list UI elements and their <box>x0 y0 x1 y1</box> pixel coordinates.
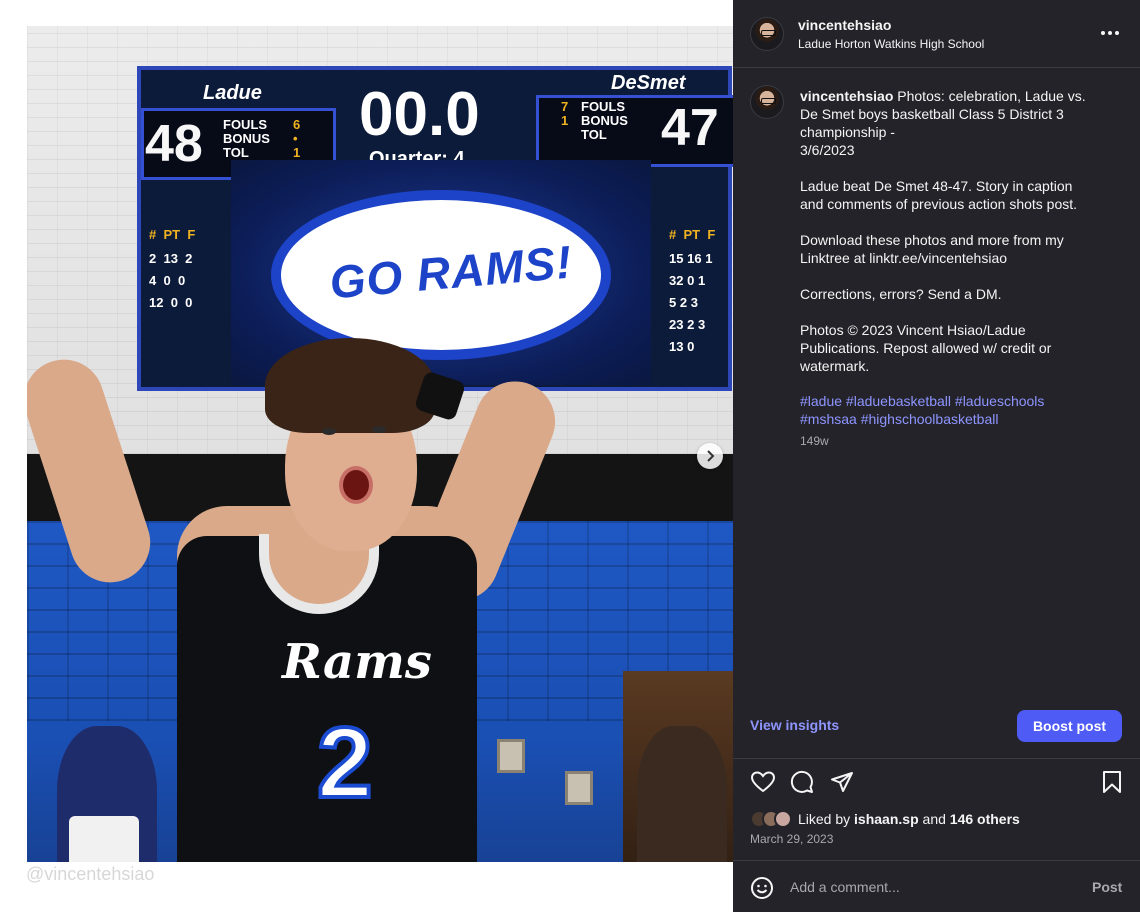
comment-button[interactable] <box>789 769 815 795</box>
scoreboard-away-labels: FOULS BONUS TOL <box>581 99 628 142</box>
share-button[interactable] <box>829 769 855 795</box>
photo-watermark: @vincentehsiao <box>26 864 155 884</box>
heart-icon <box>751 771 775 793</box>
scoreboard-away-roster: 15 16 1 32 0 1 5 2 3 23 2 3 13 0 <box>669 251 713 354</box>
post-date: March 29, 2023 <box>750 832 834 846</box>
bookmark-icon <box>1103 771 1121 793</box>
liker-username[interactable]: ishaan.sp <box>854 811 919 827</box>
hashtags-line[interactable]: #ladue #laduebasketball #ladueschools <box>800 392 1100 410</box>
more-horizontal-icon <box>1101 31 1105 35</box>
scoreboard-home-score: 48 <box>145 115 203 173</box>
likes-text: Liked by ishaan.sp and 146 others <box>798 811 1020 827</box>
author-avatar[interactable] <box>750 17 784 51</box>
paper-plane-icon <box>831 772 853 792</box>
comment-input[interactable] <box>790 875 1070 899</box>
post-caption: vincentehsiao Photos: celebration, Ladue… <box>800 88 1086 374</box>
scoreboard-home-roster-header: # PT F <box>149 227 196 242</box>
player-eye <box>322 428 336 435</box>
author-username[interactable]: vincentehsiao <box>798 17 891 33</box>
scoreboard-away-team: DeSmet <box>611 72 686 94</box>
scoreboard: Ladue 48 FOULS BONUS TOL 6 • 1 00.0 Quar… <box>137 66 733 391</box>
scoreboard-clock: 00.0 <box>359 80 480 149</box>
post-header: vincentehsiao Ladue Horton Watkins High … <box>733 0 1140 68</box>
post-action-bar <box>733 758 1140 806</box>
scoreboard-away-roster-header: # PT F <box>669 227 716 242</box>
photo-watermark-strip: @vincentehsiao <box>0 862 733 912</box>
boost-post-button[interactable]: Boost post <box>1017 710 1122 742</box>
likes-summary[interactable]: Liked by ishaan.sp and 146 others <box>750 808 1020 830</box>
comment-bar: Post <box>733 860 1140 912</box>
player-eye <box>372 426 386 433</box>
player-open-mouth <box>339 466 373 504</box>
chevron-right-icon <box>707 450 715 462</box>
caption-age: 149w <box>800 434 829 448</box>
post-comment-button[interactable]: Post <box>1092 879 1122 895</box>
scoreboard-home-team: Ladue <box>203 82 262 104</box>
wall-plaque <box>565 771 593 805</box>
caption-author-avatar[interactable] <box>750 85 784 119</box>
likes-others-link[interactable]: 146 others <box>950 811 1020 827</box>
scoreboard-away-score: 47 <box>661 99 719 157</box>
save-button[interactable] <box>1099 769 1125 795</box>
emoji-button[interactable] <box>750 876 774 900</box>
liker-avatar <box>774 810 792 828</box>
view-insights-link[interactable]: View insights <box>750 717 839 733</box>
smiley-icon <box>751 877 773 899</box>
more-options-button[interactable] <box>1099 22 1121 44</box>
caption-username[interactable]: vincentehsiao <box>800 88 893 104</box>
scoreboard-home-labels: FOULS BONUS TOL <box>223 117 270 160</box>
player-hair <box>265 338 435 433</box>
jersey-number: 2 <box>315 705 375 821</box>
next-photo-button[interactable] <box>697 443 723 469</box>
like-button[interactable] <box>750 769 776 795</box>
post-details-panel: vincentehsiao Ladue Horton Watkins High … <box>733 0 1140 912</box>
scoreboard-home-roster: 2 13 2 4 0 0 12 0 0 <box>149 251 193 310</box>
post-hashtags[interactable]: #ladue #laduebasketball #ladueschools #m… <box>800 392 1100 428</box>
post-photo[interactable]: Ladue 48 FOULS BONUS TOL 6 • 1 00.0 Quar… <box>27 26 733 888</box>
wall-plaque <box>497 739 525 773</box>
hashtags-line[interactable]: #mshsaa #highschoolbasketball <box>800 410 1100 428</box>
scoreboard-home-stats: 6 • 1 <box>293 117 301 160</box>
jersey-wordmark: Rams <box>282 634 432 690</box>
scoreboard-away-stats: 7 1 <box>561 99 569 128</box>
post-location[interactable]: Ladue Horton Watkins High School <box>798 37 984 51</box>
comment-bubble-icon <box>790 770 813 793</box>
